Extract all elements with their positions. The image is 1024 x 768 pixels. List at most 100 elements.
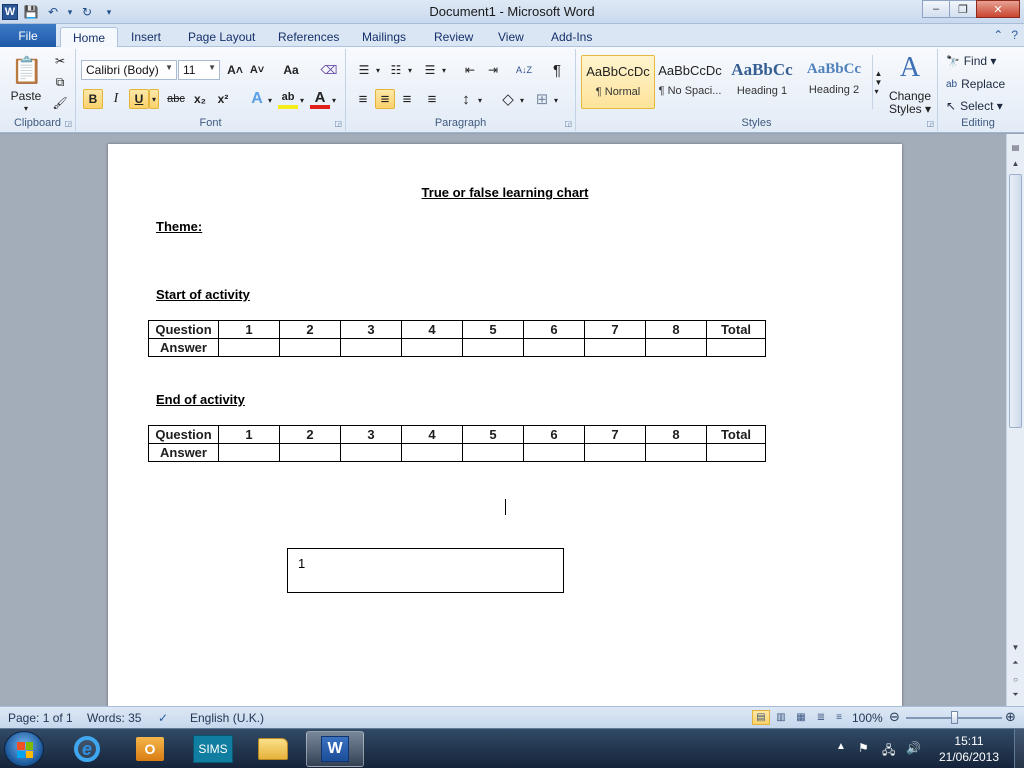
table-cell[interactable]: Total: [706, 425, 766, 444]
table-cell[interactable]: 6: [523, 425, 585, 444]
volume-icon[interactable]: 🔊: [906, 741, 921, 755]
system-clock[interactable]: 15:11 21/06/2013: [930, 733, 1008, 765]
tab-home[interactable]: Home: [60, 27, 119, 47]
tab-review[interactable]: Review: [434, 27, 473, 47]
font-launcher-icon[interactable]: ◲: [334, 119, 342, 128]
start-activity-heading[interactable]: Start of activity: [156, 287, 250, 302]
taskbar-file-explorer[interactable]: [244, 731, 302, 767]
chevron-down-icon[interactable]: ▾: [330, 93, 338, 107]
zoom-level[interactable]: 100%: [852, 711, 883, 725]
table-cell[interactable]: 8: [645, 320, 707, 339]
underline-dropdown-icon[interactable]: ▾: [149, 89, 159, 109]
table-cell[interactable]: 1: [218, 320, 280, 339]
chevron-down-icon[interactable]: ▼: [208, 63, 216, 72]
ruler-toggle-icon[interactable]: ▤: [1009, 140, 1022, 154]
table-cell[interactable]: [706, 443, 766, 462]
table-cell[interactable]: [584, 338, 646, 357]
zoom-in-icon[interactable]: ⊕: [1005, 709, 1016, 725]
language-indicator[interactable]: English (U.K.): [190, 711, 264, 725]
full-screen-reading-icon[interactable]: ▥: [772, 710, 790, 725]
web-layout-icon[interactable]: ▦: [792, 710, 810, 725]
end-activity-table[interactable]: Question 1 2 3 4 5 6 7 8 Total Answer: [148, 425, 766, 462]
highlight-icon[interactable]: ab: [278, 89, 298, 109]
copy-icon[interactable]: ⧉: [52, 74, 68, 90]
borders-icon[interactable]: ⊞: [532, 89, 552, 109]
change-styles-icon[interactable]: A: [890, 52, 930, 83]
style-heading-1[interactable]: AaBbCc Heading 1: [725, 55, 799, 109]
cut-icon[interactable]: ✂: [52, 53, 68, 69]
text-effects-icon[interactable]: A: [248, 89, 266, 109]
zoom-out-icon[interactable]: ⊖: [889, 709, 900, 725]
previous-page-icon[interactable]: ⏶: [1009, 656, 1022, 670]
table-cell[interactable]: [523, 443, 585, 462]
font-size-combo[interactable]: 11 ▼: [178, 60, 220, 80]
table-cell[interactable]: 4: [401, 320, 463, 339]
styles-gallery-scroll[interactable]: ▲ ▼ ▾: [872, 55, 884, 109]
taskbar-sims[interactable]: SIMS: [184, 731, 242, 767]
action-center-flag-icon[interactable]: ⚑: [858, 741, 869, 755]
table-cell[interactable]: [340, 338, 402, 357]
table-cell[interactable]: 2: [279, 320, 341, 339]
help-icon[interactable]: ?: [1011, 28, 1018, 42]
outline-icon[interactable]: ≣: [812, 710, 830, 725]
chevron-down-icon[interactable]: ▾: [266, 93, 274, 107]
table-cell[interactable]: [584, 443, 646, 462]
document-page[interactable]: True or false learning chart Theme: Star…: [108, 144, 902, 706]
table-cell[interactable]: [706, 338, 766, 357]
tab-mailings[interactable]: Mailings: [362, 27, 406, 47]
start-button[interactable]: [4, 731, 44, 767]
change-styles-button[interactable]: Change: [886, 89, 934, 103]
paste-dropdown-icon[interactable]: ▾: [22, 104, 30, 113]
table-cell[interactable]: [462, 338, 524, 357]
minimize-button[interactable]: –: [922, 0, 950, 18]
sort-icon[interactable]: A↓Z: [512, 60, 536, 80]
find-button[interactable]: 🔭 Find ▾: [946, 54, 996, 68]
table-cell[interactable]: 5: [462, 320, 524, 339]
show-hidden-icons[interactable]: ▲: [836, 741, 846, 752]
table-cell[interactable]: 2: [279, 425, 341, 444]
document-area[interactable]: True or false learning chart Theme: Star…: [0, 134, 1006, 706]
numbering-icon[interactable]: ☷: [386, 60, 406, 80]
shrink-font-icon[interactable]: A˅: [247, 61, 267, 79]
table-cell[interactable]: [401, 338, 463, 357]
table-cell[interactable]: [645, 338, 707, 357]
style-no-spacing[interactable]: AaBbCcDc ¶ No Spaci...: [653, 55, 727, 109]
grow-font-icon[interactable]: A˄: [225, 61, 245, 79]
tab-insert[interactable]: Insert: [131, 27, 161, 47]
vertical-scrollbar[interactable]: ▤ ▲ ▼ ⏶ ○ ⏷: [1006, 134, 1024, 706]
network-icon[interactable]: 🖧: [882, 741, 895, 762]
italic-button[interactable]: I: [106, 89, 126, 109]
table-cell[interactable]: [523, 338, 585, 357]
show-marks-icon[interactable]: ¶: [547, 60, 567, 80]
table-cell[interactable]: 7: [584, 425, 646, 444]
tab-references[interactable]: References: [278, 27, 339, 47]
close-button[interactable]: ✕: [976, 0, 1020, 18]
change-styles-dropdown[interactable]: Styles ▾: [886, 102, 934, 116]
table-cell[interactable]: 6: [523, 320, 585, 339]
table-cell[interactable]: [279, 443, 341, 462]
increase-indent-icon[interactable]: ⇥: [483, 60, 503, 80]
align-center-icon[interactable]: ≡: [375, 89, 395, 109]
table-cell[interactable]: Total: [706, 320, 766, 339]
end-activity-heading[interactable]: End of activity: [156, 392, 245, 407]
styles-launcher-icon[interactable]: ◲: [926, 119, 934, 128]
table-cell[interactable]: 8: [645, 425, 707, 444]
text-box[interactable]: 1: [287, 548, 564, 593]
paste-icon[interactable]: 📋: [8, 53, 46, 87]
underline-button[interactable]: U: [129, 89, 149, 109]
font-color-icon[interactable]: A: [310, 89, 330, 109]
table-cell[interactable]: [279, 338, 341, 357]
format-painter-icon[interactable]: 🖌: [52, 95, 68, 111]
justify-icon[interactable]: ≡: [422, 89, 442, 109]
clear-formatting-icon[interactable]: ⌫: [319, 61, 339, 79]
table-cell[interactable]: 4: [401, 425, 463, 444]
theme-label[interactable]: Theme:: [156, 219, 202, 234]
chevron-down-icon[interactable]: ▾: [406, 64, 414, 76]
select-button[interactable]: ↖ Select ▾: [946, 99, 1003, 113]
chevron-down-icon[interactable]: ▾: [298, 93, 306, 107]
paste-button[interactable]: Paste: [4, 89, 48, 103]
taskbar-internet-explorer[interactable]: e: [58, 731, 116, 767]
bold-button[interactable]: B: [83, 89, 103, 109]
start-activity-table[interactable]: Question 1 2 3 4 5 6 7 8 Total Answer: [148, 320, 766, 357]
paragraph-launcher-icon[interactable]: ◲: [564, 119, 572, 128]
